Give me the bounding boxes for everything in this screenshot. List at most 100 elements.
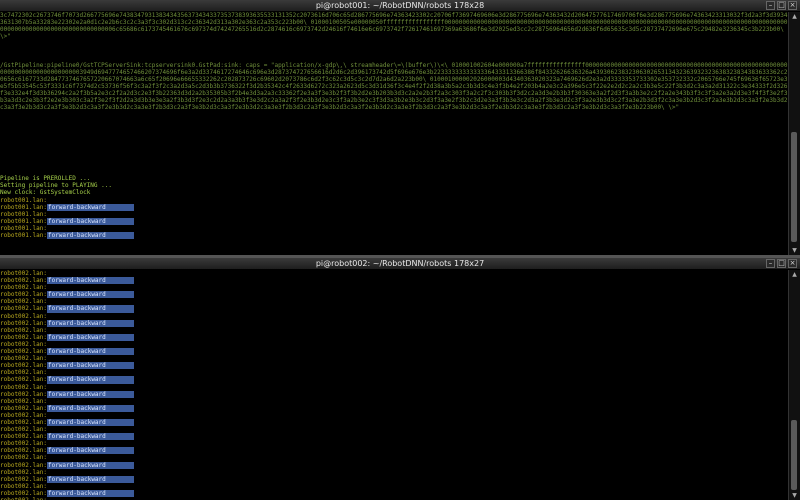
selected-command-text[interactable]: forward-backward bbox=[46, 232, 134, 240]
prompt-host: robot002.lan: bbox=[0, 284, 47, 292]
prompt-line: robot002.lan: bbox=[0, 270, 789, 277]
scrollbar-bottom[interactable]: ▲ ▼ bbox=[788, 270, 800, 500]
prompt-line: robot002.lan: bbox=[0, 384, 789, 391]
scrollbar-top[interactable]: ▲ ▼ bbox=[788, 12, 800, 255]
prompt-line: robot002.lan: bbox=[0, 398, 789, 405]
selected-command-text[interactable]: forward-backward bbox=[46, 404, 134, 412]
prompt-host: robot002.lan: bbox=[0, 468, 47, 476]
prompt-line: robot001.lan:forward-backward bbox=[0, 232, 789, 240]
prompt-line: robot001.lan: bbox=[0, 211, 789, 218]
prompt-line: robot002.lan: bbox=[0, 327, 789, 334]
maximize-button[interactable]: □ bbox=[777, 259, 786, 268]
prompt-host: robot002.lan: bbox=[0, 454, 47, 462]
prompt-host: robot002.lan: bbox=[0, 440, 47, 448]
selected-command-text[interactable]: forward-backward bbox=[46, 203, 134, 211]
prompt-host: robot002.lan: bbox=[0, 383, 47, 391]
prompt-host: robot002.lan: bbox=[0, 475, 47, 483]
window-controls-bottom: – □ × bbox=[766, 259, 797, 268]
prompt-host: robot002.lan: bbox=[0, 404, 47, 412]
prompt-host: robot002.lan: bbox=[0, 326, 47, 334]
prompt-line: robot002.lan:forward-backward bbox=[0, 348, 789, 356]
scroll-down-arrow[interactable]: ▼ bbox=[789, 491, 800, 500]
window-title-top: pi@robot001: ~/RobotDNN/robots 178x28 bbox=[315, 1, 485, 10]
selected-command-text[interactable]: forward-backward bbox=[46, 489, 134, 497]
prompt-line: robot002.lan: bbox=[0, 313, 789, 320]
prompt-line: robot002.lan:forward-backward bbox=[0, 333, 789, 341]
close-button[interactable]: × bbox=[788, 259, 797, 268]
prompt-host: robot001.lan: bbox=[0, 203, 47, 211]
prompt-line: robot001.lan: bbox=[0, 197, 789, 204]
selected-command-text[interactable]: forward-backward bbox=[46, 475, 134, 483]
prompt-host: robot002.lan: bbox=[0, 312, 47, 320]
selected-command-text[interactable]: forward-backward bbox=[46, 291, 134, 299]
scroll-thumb[interactable] bbox=[791, 420, 797, 490]
window-title-bottom: pi@robot002: ~/RobotDNN/robots 178x27 bbox=[315, 259, 485, 268]
prompt-host: robot002.lan: bbox=[0, 340, 47, 348]
prompt-line: robot002.lan: bbox=[0, 355, 789, 362]
prompt-host: robot001.lan: bbox=[0, 217, 47, 225]
selected-command-text[interactable]: forward-backward bbox=[46, 277, 134, 285]
playing-message: Setting pipeline to PLAYING ... bbox=[0, 182, 112, 190]
prompt-host: robot002.lan: bbox=[0, 482, 47, 490]
gst-pipeline-output: /GstPipeline:pipeline0/GstTCPServerSink:… bbox=[0, 61, 788, 112]
prompt-line: robot002.lan: bbox=[0, 369, 789, 376]
prompt-line: robot001.lan:forward-backward bbox=[0, 203, 789, 211]
prompt-line: robot002.lan:forward-backward bbox=[0, 390, 789, 398]
selected-command-text[interactable]: forward-backward bbox=[46, 348, 134, 356]
scroll-up-arrow[interactable]: ▲ bbox=[789, 270, 800, 279]
prompt-host: robot002.lan: bbox=[0, 355, 47, 363]
selected-command-text[interactable]: forward-backward bbox=[46, 433, 134, 441]
prompt-host: robot001.lan: bbox=[0, 224, 47, 232]
selected-command-text[interactable]: forward-backward bbox=[46, 362, 134, 370]
selected-command-text[interactable]: forward-backward bbox=[46, 447, 134, 455]
prompt-line: robot001.lan: bbox=[0, 225, 789, 232]
terminal-output-top[interactable]: 3c7472302c2673746f7073d266775696e7438347… bbox=[0, 12, 789, 255]
selected-command-text[interactable]: forward-backward bbox=[46, 418, 134, 427]
terminal-window-bottom[interactable]: pi@robot002: ~/RobotDNN/robots 178x27 – … bbox=[0, 258, 800, 500]
selected-command-text[interactable]: forward-backward bbox=[46, 461, 134, 469]
prompt-host: robot002.lan: bbox=[0, 277, 47, 285]
terminal-titlebar-top[interactable]: pi@robot001: ~/RobotDNN/robots 178x28 – … bbox=[0, 0, 800, 12]
selected-command-text[interactable]: forward-backward bbox=[46, 217, 134, 225]
prompt-host: robot001.lan: bbox=[0, 210, 47, 218]
prompt-list-bottom: robot002.lan: robot002.lan:forward-backwa… bbox=[0, 270, 789, 500]
prompt-line: robot002.lan:forward-backward bbox=[0, 291, 789, 299]
scroll-down-arrow[interactable]: ▼ bbox=[789, 246, 800, 255]
prompt-host: robot002.lan: bbox=[0, 270, 47, 277]
minimize-button[interactable]: – bbox=[766, 259, 775, 268]
preroll-message: Pipeline is PREROLLED ... bbox=[0, 175, 91, 183]
prompt-host: robot002.lan: bbox=[0, 489, 47, 497]
terminal-window-top[interactable]: pi@robot001: ~/RobotDNN/robots 178x28 – … bbox=[0, 0, 800, 255]
prompt-line: robot002.lan: bbox=[0, 483, 789, 490]
selected-command-text[interactable]: forward-backward bbox=[46, 333, 134, 341]
selected-command-text[interactable]: forward-backward bbox=[46, 376, 134, 384]
prompt-host: robot002.lan: bbox=[0, 369, 47, 377]
maximize-button[interactable]: □ bbox=[777, 1, 786, 10]
prompt-line: robot002.lan: bbox=[0, 469, 789, 476]
selected-command-text[interactable]: forward-backward bbox=[46, 305, 134, 313]
prompt-line: robot002.lan:forward-backward bbox=[0, 376, 789, 384]
window-controls-top: – □ × bbox=[766, 1, 797, 10]
selected-command-text[interactable]: forward-backward bbox=[46, 390, 134, 398]
prompt-host: robot002.lan: bbox=[0, 298, 47, 306]
prompt-host: robot002.lan: bbox=[0, 348, 47, 356]
prompt-line: robot002.lan:forward-backward bbox=[0, 475, 789, 483]
prompt-line: robot002.lan:forward-backward bbox=[0, 489, 789, 497]
prompt-line: robot002.lan:forward-backward bbox=[0, 319, 789, 327]
close-button[interactable]: × bbox=[788, 1, 797, 10]
terminal-titlebar-bottom[interactable]: pi@robot002: ~/RobotDNN/robots 178x27 – … bbox=[0, 258, 800, 270]
scroll-up-arrow[interactable]: ▲ bbox=[789, 12, 800, 21]
prompt-line: robot002.lan:forward-backward bbox=[0, 461, 789, 469]
selected-command-text[interactable]: forward-backward bbox=[46, 319, 134, 327]
prompt-host: robot002.lan: bbox=[0, 447, 47, 455]
prompt-host: robot002.lan: bbox=[0, 397, 47, 405]
terminal-output-bottom[interactable]: robot002.lan: robot002.lan:forward-backwa… bbox=[0, 270, 789, 500]
prompt-host: robot002.lan: bbox=[0, 291, 47, 299]
scroll-thumb[interactable] bbox=[791, 132, 797, 242]
prompt-line: robot002.lan:forward-backward bbox=[0, 404, 789, 412]
prompt-host: robot002.lan: bbox=[0, 305, 47, 313]
minimize-button[interactable]: – bbox=[766, 1, 775, 10]
prompt-line: robot002.lan: bbox=[0, 440, 789, 447]
prompt-host: robot001.lan: bbox=[0, 196, 47, 204]
prompt-line: robot002.lan: bbox=[0, 426, 789, 433]
